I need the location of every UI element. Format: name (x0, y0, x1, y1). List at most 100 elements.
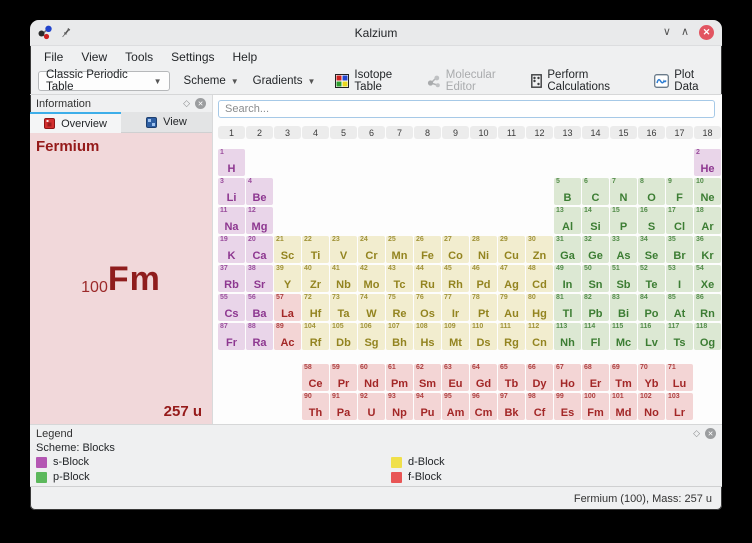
element-Kr[interactable]: 36Kr (694, 236, 721, 263)
menu-tools[interactable]: Tools (117, 48, 161, 66)
element-Xe[interactable]: 54Xe (694, 265, 721, 292)
element-Pm[interactable]: 61Pm (386, 364, 413, 391)
element-Pa[interactable]: 91Pa (330, 393, 357, 420)
element-U[interactable]: 92U (358, 393, 385, 420)
molecular-editor-button[interactable]: Molecular Editor (427, 69, 518, 93)
element-Ag[interactable]: 47Ag (498, 265, 525, 292)
element-Zr[interactable]: 40Zr (302, 265, 329, 292)
element-Hs[interactable]: 108Hs (414, 323, 441, 350)
dock-float-icon[interactable]: ◇ (183, 99, 190, 108)
group-header-7[interactable]: 7 (386, 126, 413, 139)
group-header-10[interactable]: 10 (470, 126, 497, 139)
element-Na[interactable]: 11Na (218, 207, 245, 234)
element-Am[interactable]: 95Am (442, 393, 469, 420)
element-Es[interactable]: 99Es (554, 393, 581, 420)
element-Pu[interactable]: 94Pu (414, 393, 441, 420)
element-Hf[interactable]: 72Hf (302, 294, 329, 321)
group-header-11[interactable]: 11 (498, 126, 525, 139)
element-B[interactable]: 5B (554, 178, 581, 205)
element-V[interactable]: 23V (330, 236, 357, 263)
group-header-2[interactable]: 2 (246, 126, 273, 139)
pin-icon[interactable] (61, 27, 72, 39)
group-header-15[interactable]: 15 (610, 126, 637, 139)
element-Ra[interactable]: 88Ra (246, 323, 273, 350)
element-Og[interactable]: 118Og (694, 323, 721, 350)
element-Au[interactable]: 79Au (498, 294, 525, 321)
group-header-3[interactable]: 3 (274, 126, 301, 139)
tab-view[interactable]: View (121, 112, 212, 133)
gradients-menu-button[interactable]: Gradients ▼ (253, 75, 316, 87)
element-Co[interactable]: 27Co (442, 236, 469, 263)
element-Cu[interactable]: 29Cu (498, 236, 525, 263)
element-Ga[interactable]: 31Ga (554, 236, 581, 263)
group-header-9[interactable]: 9 (442, 126, 469, 139)
element-Bh[interactable]: 107Bh (386, 323, 413, 350)
group-header-17[interactable]: 17 (666, 126, 693, 139)
element-H[interactable]: 1H (218, 149, 245, 176)
title-bar[interactable]: Kalzium ∨ ∧ ✕ (30, 20, 722, 46)
element-Zn[interactable]: 30Zn (526, 236, 553, 263)
element-Eu[interactable]: 63Eu (442, 364, 469, 391)
element-Ru[interactable]: 44Ru (414, 265, 441, 292)
element-Cm[interactable]: 96Cm (470, 393, 497, 420)
element-Lv[interactable]: 116Lv (638, 323, 665, 350)
element-Er[interactable]: 68Er (582, 364, 609, 391)
menu-view[interactable]: View (73, 48, 115, 66)
element-Mo[interactable]: 42Mo (358, 265, 385, 292)
element-Po[interactable]: 84Po (638, 294, 665, 321)
element-Fe[interactable]: 26Fe (414, 236, 441, 263)
element-I[interactable]: 53I (666, 265, 693, 292)
group-header-14[interactable]: 14 (582, 126, 609, 139)
element-Rb[interactable]: 37Rb (218, 265, 245, 292)
element-Sm[interactable]: 62Sm (414, 364, 441, 391)
element-Tm[interactable]: 69Tm (610, 364, 637, 391)
element-Sr[interactable]: 38Sr (246, 265, 273, 292)
group-header-16[interactable]: 16 (638, 126, 665, 139)
menu-file[interactable]: File (36, 48, 71, 66)
group-header-1[interactable]: 1 (218, 126, 245, 139)
element-Pr[interactable]: 59Pr (330, 364, 357, 391)
element-O[interactable]: 8O (638, 178, 665, 205)
element-At[interactable]: 85At (666, 294, 693, 321)
element-Mg[interactable]: 12Mg (246, 207, 273, 234)
element-Yb[interactable]: 70Yb (638, 364, 665, 391)
element-Ne[interactable]: 10Ne (694, 178, 721, 205)
dock-float-icon[interactable]: ◇ (693, 429, 700, 438)
element-Rg[interactable]: 111Rg (498, 323, 525, 350)
element-Lu[interactable]: 71Lu (666, 364, 693, 391)
element-Sn[interactable]: 50Sn (582, 265, 609, 292)
element-Br[interactable]: 35Br (666, 236, 693, 263)
search-input[interactable] (218, 100, 715, 118)
plot-data-button[interactable]: Plot Data (654, 69, 714, 93)
element-Bi[interactable]: 83Bi (610, 294, 637, 321)
element-N[interactable]: 7N (610, 178, 637, 205)
element-Sb[interactable]: 51Sb (610, 265, 637, 292)
element-Nb[interactable]: 41Nb (330, 265, 357, 292)
element-Bk[interactable]: 97Bk (498, 393, 525, 420)
menu-settings[interactable]: Settings (163, 48, 222, 66)
element-C[interactable]: 6C (582, 178, 609, 205)
element-Tl[interactable]: 81Tl (554, 294, 581, 321)
element-Ni[interactable]: 28Ni (470, 236, 497, 263)
element-K[interactable]: 19K (218, 236, 245, 263)
group-header-18[interactable]: 18 (694, 126, 721, 139)
element-Cd[interactable]: 48Cd (526, 265, 553, 292)
element-In[interactable]: 49In (554, 265, 581, 292)
element-Gd[interactable]: 64Gd (470, 364, 497, 391)
close-icon[interactable]: ✕ (699, 25, 714, 40)
element-Sc[interactable]: 21Sc (274, 236, 301, 263)
element-Cl[interactable]: 17Cl (666, 207, 693, 234)
element-Pt[interactable]: 78Pt (470, 294, 497, 321)
scheme-menu-button[interactable]: Scheme ▼ (184, 75, 239, 87)
element-overview-panel[interactable]: Fermium 100Fm 257 u (30, 133, 212, 424)
element-Mn[interactable]: 25Mn (386, 236, 413, 263)
element-Y[interactable]: 39Y (274, 265, 301, 292)
element-Pb[interactable]: 82Pb (582, 294, 609, 321)
element-Rf[interactable]: 104Rf (302, 323, 329, 350)
element-Dy[interactable]: 66Dy (526, 364, 553, 391)
element-Re[interactable]: 75Re (386, 294, 413, 321)
element-Te[interactable]: 52Te (638, 265, 665, 292)
element-Mt[interactable]: 109Mt (442, 323, 469, 350)
element-Cn[interactable]: 112Cn (526, 323, 553, 350)
element-Sg[interactable]: 106Sg (358, 323, 385, 350)
